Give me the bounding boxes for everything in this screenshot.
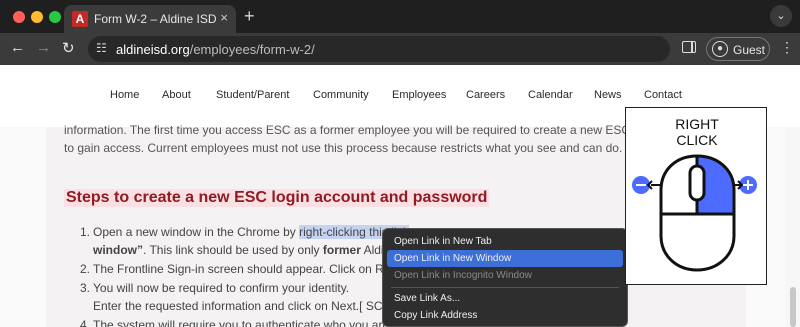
nav-about[interactable]: About [162,89,191,101]
step-3-line-2: Enter the requested information and clic… [93,299,400,313]
browser-menu-icon[interactable]: ⋮ [780,39,794,56]
tab-title: Form W-2 – Aldine ISD [94,12,217,26]
aldine-favicon-icon: A [72,11,88,27]
nav-community[interactable]: Community [313,89,369,101]
step-1-line-2: window”. This link should be used by onl… [93,243,397,257]
nav-contact[interactable]: Contact [644,89,682,101]
menu-open-new-window[interactable]: Open Link in New Window [387,250,623,267]
site-info-icon[interactable]: ☷ [96,41,107,55]
scrollbar-thumb[interactable] [790,287,796,327]
nav-news[interactable]: News [594,89,622,101]
tab-bar: A Form W-2 – Aldine ISD × + ⌄ [0,0,800,33]
reload-icon[interactable]: ↻ [62,39,75,57]
context-menu: Open Link in New Tab Open Link in New Wi… [382,228,628,327]
step-2-text: The Frontline Sign-in screen should appe… [93,262,398,276]
menu-copy-link-address[interactable]: Copy Link Address [387,307,623,324]
step-1-former: former [322,243,361,257]
url-path: /employees/form-w-2/ [189,42,315,57]
nav-calendar[interactable]: Calendar [528,89,573,101]
profile-button[interactable]: ● Guest [706,37,770,61]
url-text: aldineisd.org/employees/form-w-2/ [116,42,315,57]
step-number: 2. [80,262,91,276]
nav-employees[interactable]: Employees [392,89,446,101]
step-number: 1. [80,225,91,239]
menu-open-new-tab[interactable]: Open Link in New Tab [387,233,623,250]
step-1-rest: . This link should be used by only [143,243,323,257]
intro-text-line-2: to gain access. Current employees must n… [64,141,623,155]
intro-text-line-1: information. The first time you access E… [64,123,666,137]
step-number: 4. [80,318,91,327]
nav-home[interactable]: Home [110,89,139,101]
window-maximize-button[interactable] [49,11,61,23]
nav-careers[interactable]: Careers [466,89,505,101]
step-number: 3. [80,281,91,295]
mouse-right-click-icon [632,154,757,272]
new-tab-button[interactable]: + [244,6,255,27]
side-panel-icon[interactable] [682,41,696,53]
page-margin-left [0,127,46,327]
forward-arrow-icon[interactable]: → [36,39,51,56]
page-scrollbar[interactable] [786,127,800,327]
tab-close-icon[interactable]: × [220,10,228,25]
step-1-window-text: window” [93,243,143,257]
back-arrow-icon[interactable]: ← [10,39,25,56]
section-heading: Steps to create a new ESC login account … [64,189,490,207]
step-1-pre: Open a new window in the Chrome by [93,225,300,239]
profile-label: Guest [733,43,766,57]
nav-student-parent[interactable]: Student/Parent [216,89,289,101]
window-close-button[interactable] [13,11,25,23]
menu-open-incognito: Open Link in Incognito Window [394,270,532,281]
browser-tab[interactable]: A Form W-2 – Aldine ISD × [64,5,236,33]
menu-separator [391,287,619,288]
person-icon: ● [712,41,728,57]
right-click-callout: RIGHT CLICK [625,107,767,285]
tab-search-icon[interactable]: ⌄ [770,5,792,27]
address-bar[interactable]: ☷ aldineisd.org/employees/form-w-2/ [88,36,670,62]
step-4-text: The system will require you to authentic… [93,318,390,327]
step-3-text: You will now be required to confirm your… [93,281,350,295]
browser-toolbar: ← → ↻ ☷ aldineisd.org/employees/form-w-2… [0,33,800,65]
menu-save-link-as[interactable]: Save Link As... [387,290,623,307]
window-minimize-button[interactable] [31,11,43,23]
url-host: aldineisd.org [116,42,190,57]
step-1-text: Open a new window in the Chrome by right… [93,225,410,239]
